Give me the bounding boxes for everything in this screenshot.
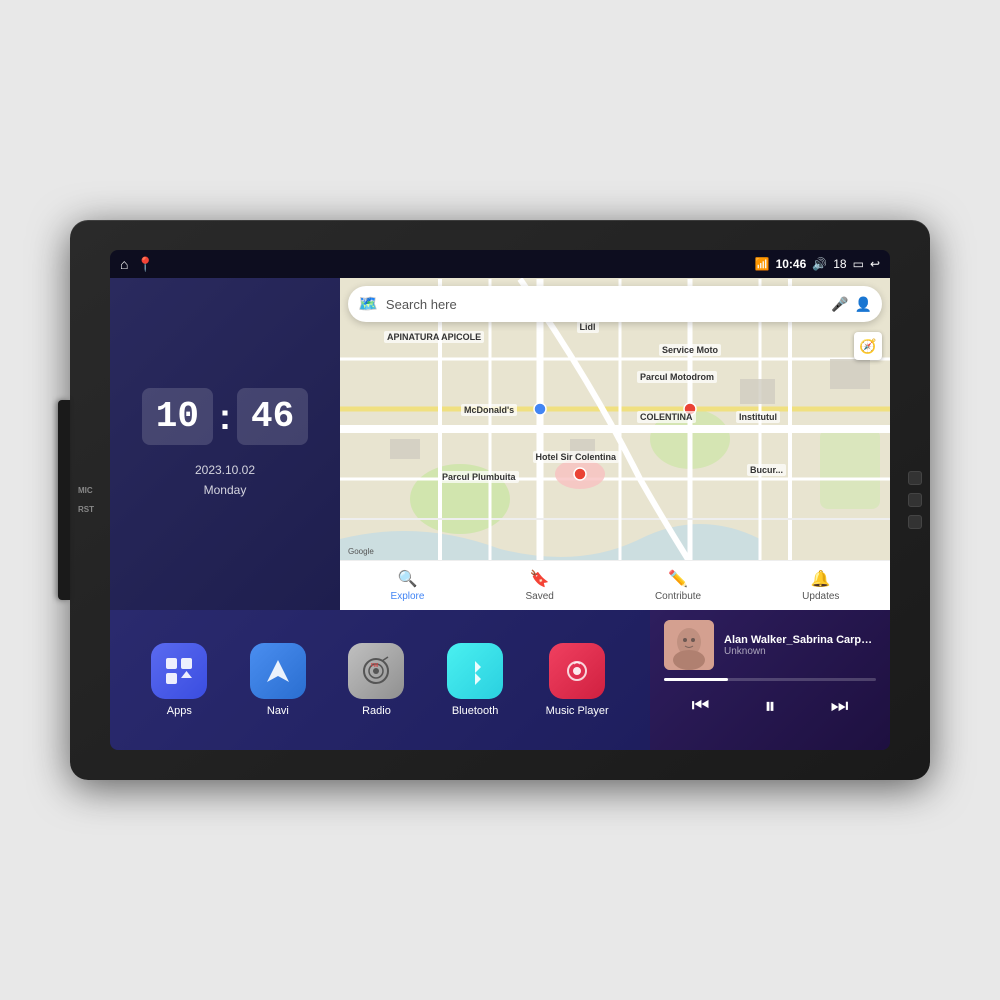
clock-minute: 46 — [237, 388, 308, 445]
mic-label: MIC — [78, 486, 94, 495]
map-label-hotel: Hotel Sir Colentina — [533, 451, 620, 463]
bluetooth-label: Bluetooth — [452, 705, 498, 717]
svg-text:Google: Google — [348, 547, 374, 556]
bottom-row: Apps Navi — [110, 610, 890, 750]
screen-icon: ▭ — [853, 257, 864, 271]
saved-label: Saved — [526, 591, 554, 602]
map-search-bar[interactable]: 🗺️ Search here 🎤 👤 — [348, 286, 882, 322]
map-search-actions: 🎤 👤 — [831, 296, 872, 313]
map-label-motodrom: Parcul Motodrom — [637, 371, 717, 383]
music-artist: Unknown — [724, 646, 876, 657]
map-label-apinatura: APINATURA APICOLE — [384, 331, 484, 343]
music-controls: ⏮ ⏸ ⏭ — [664, 689, 876, 723]
map-nav-explore[interactable]: 🔍 Explore — [391, 569, 425, 602]
map-label-parcul: Parcul Plumbuita — [439, 471, 519, 483]
map-label-service-moto: Service Moto — [659, 344, 721, 356]
back-icon[interactable]: ↩ — [870, 257, 880, 271]
map-area[interactable]: Google 🗺️ Search here 🎤 👤 — [340, 278, 890, 610]
map-right-controls: 🧭 — [854, 332, 882, 360]
app-item-radio[interactable]: FM Radio — [348, 643, 404, 717]
album-art-image — [664, 620, 714, 670]
prev-button[interactable]: ⏮ — [681, 691, 719, 722]
day-text: Monday — [195, 481, 255, 500]
updates-label: Updates — [802, 591, 839, 602]
explore-label: Explore — [391, 591, 425, 602]
app-item-music[interactable]: Music Player — [546, 643, 609, 717]
main-content: 10 : 46 2023.10.02 Monday — [110, 278, 890, 750]
compass-icon[interactable]: 🧭 — [854, 332, 882, 360]
apps-label: Apps — [167, 705, 192, 717]
map-label-bucuresti: Bucur... — [747, 464, 786, 476]
music-album-art — [664, 620, 714, 670]
home-icon[interactable]: ⌂ — [120, 256, 128, 272]
music-title: Alan Walker_Sabrina Carpenter_F... — [724, 634, 876, 646]
side-dots — [908, 471, 922, 529]
car-unit: MIC RST ⌂ 📍 📶 10:46 🔊 18 ▭ ↩ — [70, 220, 930, 780]
music-player: Alan Walker_Sabrina Carpenter_F... Unkno… — [650, 610, 890, 750]
explore-icon: 🔍 — [398, 569, 418, 589]
navi-icon — [250, 643, 306, 699]
radio-label: Radio — [362, 705, 391, 717]
map-label-mcdonalds: McDonald's — [461, 404, 517, 416]
rst-label: RST — [78, 505, 94, 514]
contribute-label: Contribute — [655, 591, 701, 602]
clock-hour: 10 — [142, 388, 213, 445]
music-player-icon — [549, 643, 605, 699]
date-text: 2023.10.02 — [195, 461, 255, 480]
map-nav-saved[interactable]: 🔖 Saved — [526, 569, 554, 602]
volume-level: 18 — [833, 257, 846, 271]
screen: ⌂ 📍 📶 10:46 🔊 18 ▭ ↩ 10 — [110, 250, 890, 750]
map-nav-updates[interactable]: 🔔 Updates — [802, 569, 839, 602]
app-item-navi[interactable]: Navi — [250, 643, 306, 717]
radio-icon: FM — [348, 643, 404, 699]
clock-display: 10 : 46 — [142, 388, 308, 445]
map-label-lidl: Lidl — [577, 321, 599, 333]
music-progress-bar[interactable] — [664, 678, 876, 681]
side-dot-2 — [908, 493, 922, 507]
music-progress-fill — [664, 678, 728, 681]
maps-icon[interactable]: 📍 — [136, 256, 153, 273]
contribute-icon: ✏️ — [668, 569, 688, 589]
wifi-icon: 📶 — [755, 257, 770, 271]
status-bar-left: ⌂ 📍 — [120, 256, 154, 273]
top-row: 10 : 46 2023.10.02 Monday — [110, 278, 890, 610]
music-text: Alan Walker_Sabrina Carpenter_F... Unkno… — [724, 634, 876, 657]
side-dot-3 — [908, 515, 922, 529]
bluetooth-icon — [447, 643, 503, 699]
map-nav-contribute[interactable]: ✏️ Contribute — [655, 569, 701, 602]
status-time: 10:46 — [776, 257, 807, 271]
navi-label: Navi — [267, 705, 289, 717]
app-item-apps[interactable]: Apps — [151, 643, 207, 717]
app-shortcuts: Apps Navi — [110, 610, 650, 750]
side-dot-1 — [908, 471, 922, 485]
maps-logo-icon: 🗺️ — [358, 294, 378, 314]
clock-colon: : — [219, 396, 231, 438]
account-icon[interactable]: 👤 — [855, 296, 872, 313]
voice-search-icon[interactable]: 🎤 — [831, 296, 848, 313]
side-labels: MIC RST — [78, 486, 94, 514]
next-button[interactable]: ⏭ — [820, 691, 858, 722]
search-text: Search here — [386, 297, 823, 312]
play-pause-button[interactable]: ⏸ — [754, 689, 785, 723]
map-label-colentina: COLENTINA — [637, 411, 696, 423]
updates-icon: 🔔 — [811, 569, 831, 589]
status-bar-right: 📶 10:46 🔊 18 ▭ ↩ — [755, 257, 880, 271]
date-display: 2023.10.02 Monday — [195, 461, 255, 499]
map-bottom-nav: 🔍 Explore 🔖 Saved ✏️ Contribute 🔔 — [340, 560, 890, 610]
app-item-bluetooth[interactable]: Bluetooth — [447, 643, 503, 717]
saved-icon: 🔖 — [530, 569, 550, 589]
map-label-institutul: Institutul — [736, 411, 780, 423]
music-player-label: Music Player — [546, 705, 609, 717]
volume-icon: 🔊 — [812, 257, 827, 271]
svg-text:FM: FM — [371, 663, 378, 669]
music-info: Alan Walker_Sabrina Carpenter_F... Unkno… — [664, 620, 876, 670]
apps-icon — [151, 643, 207, 699]
status-bar: ⌂ 📍 📶 10:46 🔊 18 ▭ ↩ — [110, 250, 890, 278]
clock-widget: 10 : 46 2023.10.02 Monday — [110, 278, 340, 610]
